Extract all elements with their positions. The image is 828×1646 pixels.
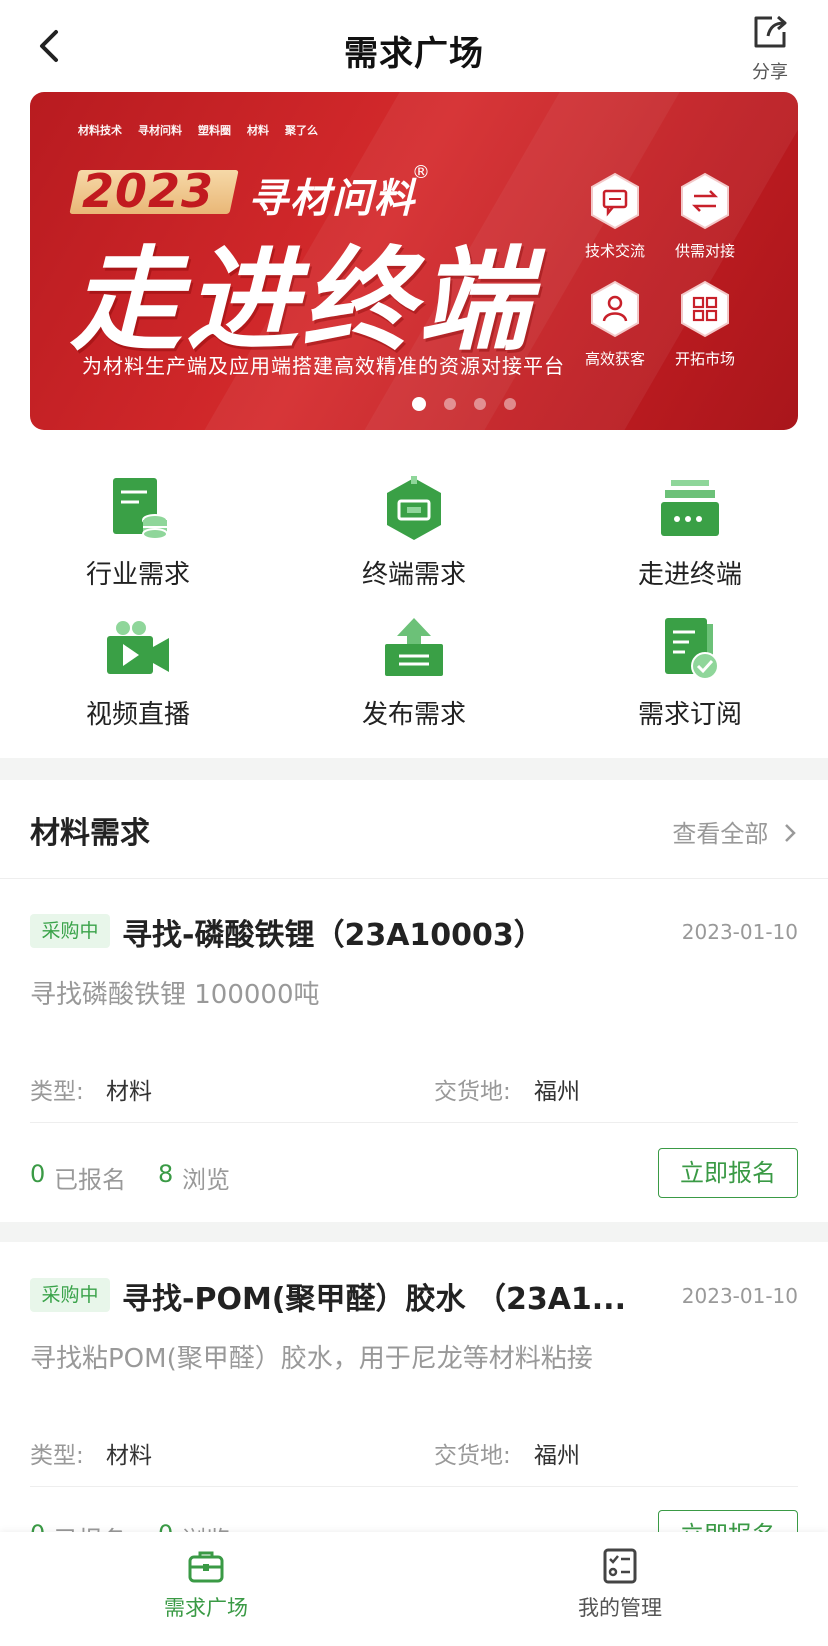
tab-label: 我的管理 xyxy=(578,1596,662,1620)
status-badge: 采购中 xyxy=(30,914,110,948)
card-description: 寻找粘POM(聚甲醛）胶水，用于尼龙等材料粘接 xyxy=(30,1344,593,1374)
carousel-dot[interactable] xyxy=(444,398,456,410)
feature-label: 技术交流 xyxy=(584,242,645,260)
share-label: 分享 xyxy=(752,62,788,83)
feature-tech-exchange: 技术交流 xyxy=(570,172,660,261)
registered-mark: ® xyxy=(412,162,430,183)
partner-logo: 材料技术 xyxy=(78,124,122,137)
feature-market: 开拓市场 xyxy=(660,280,750,369)
grid-hex-icon xyxy=(681,280,729,338)
category-label: 视频直播 xyxy=(85,700,190,730)
share-button[interactable]: 分享 xyxy=(740,12,800,86)
category-label: 终端需求 xyxy=(361,560,466,590)
tab-my-management[interactable]: 我的管理 xyxy=(520,1546,720,1622)
demand-card[interactable]: 采购中 寻找-磷酸铁锂（23A10003） 2023-01-10 寻找磷酸铁锂 … xyxy=(0,880,828,1220)
type-value: 材料 xyxy=(106,1079,152,1105)
carousel-dot-active[interactable] xyxy=(412,397,426,411)
share-icon xyxy=(754,15,787,48)
bottom-nav: 需求广场 我的管理 xyxy=(0,1532,828,1646)
card-date: 2023-01-10 xyxy=(681,1284,798,1308)
view-label: 浏览 xyxy=(182,1166,230,1194)
category-label: 行业需求 xyxy=(85,560,190,590)
type-value: 材料 xyxy=(106,1443,152,1469)
partner-logo: 材料 xyxy=(247,124,269,137)
feature-label: 开拓市场 xyxy=(674,350,735,368)
chevron-right-icon xyxy=(785,824,796,842)
chat-hex-icon xyxy=(591,172,639,230)
promo-banner[interactable]: 材料技术 寻材问料 塑料圈 材料 聚了么 2023 寻材问料 ® 走进终端 为材… xyxy=(30,92,798,430)
card-date: 2023-01-10 xyxy=(681,920,798,944)
delivery-label: 交货地: xyxy=(434,1443,511,1469)
section-divider xyxy=(0,758,828,780)
type-label: 类型: xyxy=(30,1443,84,1469)
delivery-value: 福州 xyxy=(534,1079,580,1105)
user-hex-icon xyxy=(591,280,639,338)
demand-card[interactable]: 采购中 寻找-POM(聚甲醛）胶水 （23A1... 2023-01-10 寻找… xyxy=(0,1242,828,1560)
feature-label: 高效获客 xyxy=(584,350,645,368)
category-into-terminal[interactable]: 走进终端 xyxy=(580,474,800,591)
video-camera-icon xyxy=(107,621,169,674)
card-description: 寻找磷酸铁锂 100000吨 xyxy=(30,980,320,1010)
category-publish-demand[interactable]: 发布需求 xyxy=(304,614,524,731)
category-demand-subscribe[interactable]: 需求订阅 xyxy=(580,614,800,731)
category-label: 需求订阅 xyxy=(637,700,742,730)
exchange-hex-icon xyxy=(681,172,729,230)
view-all-link[interactable]: 查看全部 xyxy=(672,814,798,849)
category-label: 发布需求 xyxy=(361,700,466,730)
category-terminal-demand[interactable]: 终端需求 xyxy=(304,474,524,591)
document-check-icon xyxy=(665,618,719,680)
feature-customers: 高效获客 xyxy=(570,280,660,369)
category-label: 走进终端 xyxy=(637,560,742,590)
top-bar: 需求广场 分享 xyxy=(0,0,828,92)
upload-tray-icon xyxy=(385,618,443,676)
feature-label: 供需对接 xyxy=(674,242,735,260)
page-title: 需求广场 xyxy=(344,34,484,74)
card-separator xyxy=(0,1222,828,1242)
apply-button[interactable]: 立即报名 xyxy=(658,1148,798,1198)
card-divider xyxy=(30,1486,798,1487)
partner-logo: 寻材问料 xyxy=(138,124,182,137)
stacked-server-icon xyxy=(661,480,719,536)
card-title[interactable]: 寻找-磷酸铁锂（23A10003） xyxy=(122,910,662,954)
tab-demand-square[interactable]: 需求广场 xyxy=(106,1546,306,1622)
partner-logo: 聚了么 xyxy=(285,124,318,137)
carousel-dot[interactable] xyxy=(474,398,486,410)
status-badge: 采购中 xyxy=(30,1278,110,1312)
category-video-live[interactable]: 视频直播 xyxy=(28,614,248,731)
document-database-icon xyxy=(113,478,168,540)
category-industry-demand[interactable]: 行业需求 xyxy=(28,474,248,591)
carousel-indicator xyxy=(30,397,798,411)
partner-logo: 塑料圈 xyxy=(198,124,231,137)
view-count: 8 xyxy=(158,1160,174,1188)
view-all-label: 查看全部 xyxy=(672,820,769,848)
delivery-value: 福州 xyxy=(534,1443,580,1469)
hexagon-box-icon xyxy=(387,476,441,540)
briefcase-icon xyxy=(188,1551,224,1583)
banner-slogan: 为材料生产端及应用端搭建高效精准的资源对接平台 xyxy=(82,354,565,378)
divider xyxy=(0,878,828,879)
tab-label: 需求广场 xyxy=(164,1596,248,1620)
delivery-label: 交货地: xyxy=(434,1079,511,1105)
type-label: 类型: xyxy=(30,1079,84,1105)
partner-logos: 材料技术 寻材问料 塑料圈 材料 聚了么 xyxy=(78,122,318,138)
section-title: 材料需求 xyxy=(30,816,150,851)
feature-supply-demand: 供需对接 xyxy=(660,172,750,261)
signup-count: 0 xyxy=(30,1160,46,1188)
checklist-icon xyxy=(603,1548,637,1584)
signup-label: 已报名 xyxy=(54,1166,126,1194)
card-title[interactable]: 寻找-POM(聚甲醛）胶水 （23A1... xyxy=(122,1274,662,1318)
card-divider xyxy=(30,1122,798,1123)
banner-headline: 走进终端 xyxy=(70,236,534,366)
carousel-dot[interactable] xyxy=(504,398,516,410)
